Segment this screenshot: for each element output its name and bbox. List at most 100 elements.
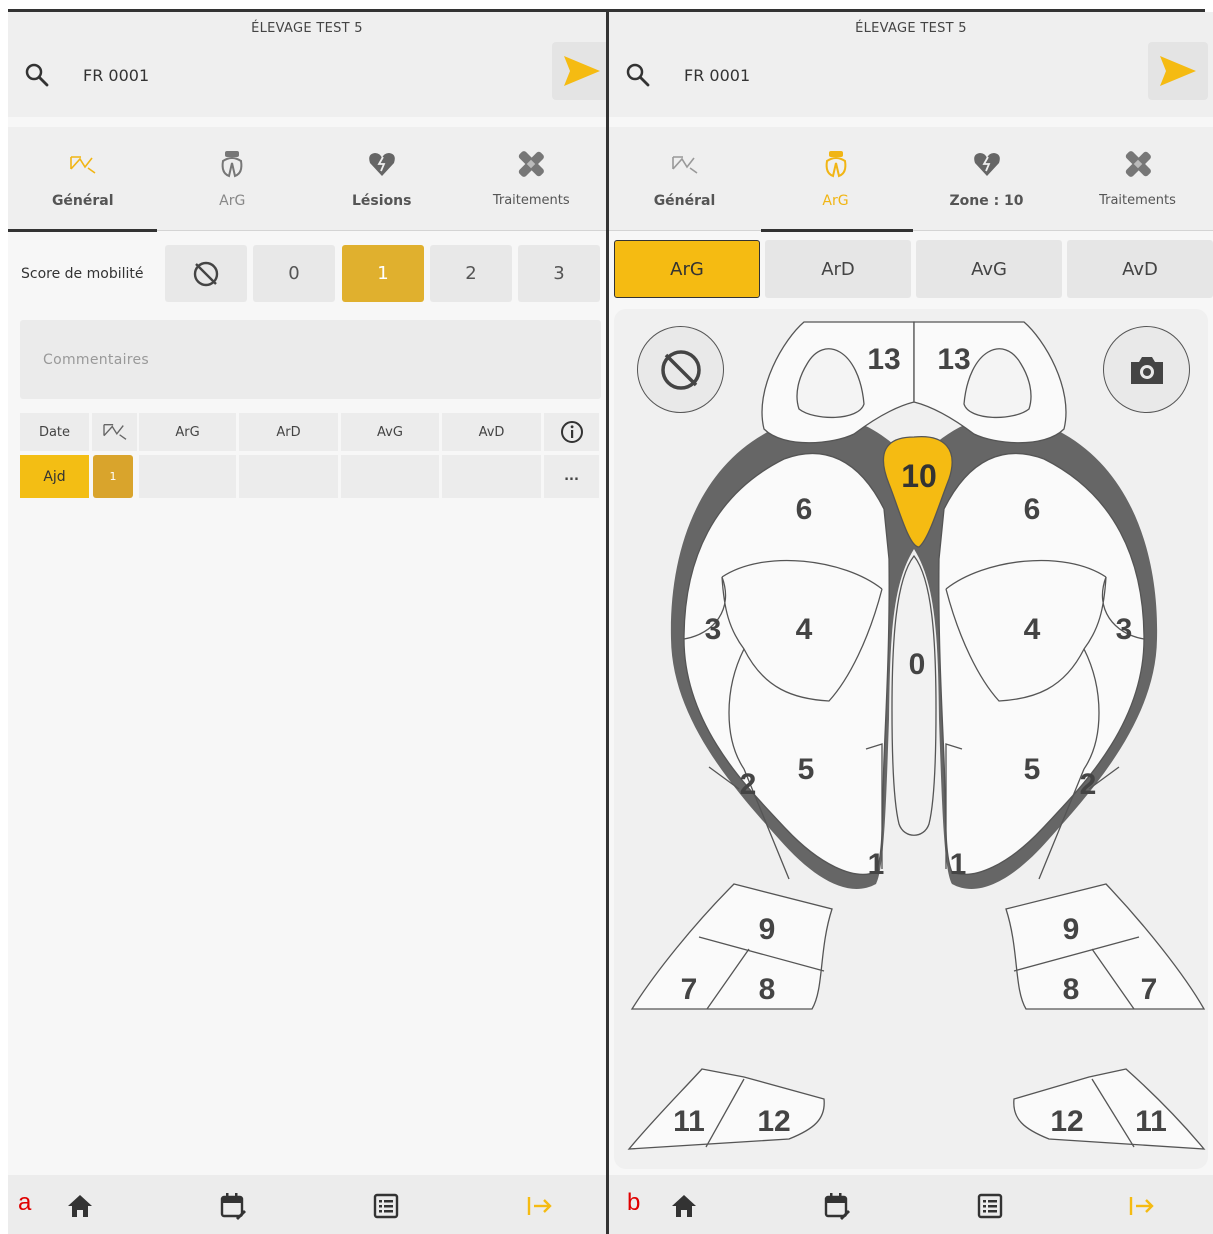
hoof-zone-map: 13 13 10 6 6 3 3 4 4 0 5 5 2 2 1 1 9 9 7… — [614, 309, 1208, 1169]
score-2-button[interactable]: 2 — [430, 245, 512, 302]
hoof-diagram: 13 13 10 6 6 3 3 4 4 0 5 5 2 2 1 1 9 9 7… — [627, 321, 1206, 1150]
tab-arg[interactable]: ArG — [158, 127, 308, 231]
foot-selector: ArG ArD AvG AvD — [609, 240, 1213, 300]
tab-treatments[interactable]: Traitements — [1062, 127, 1213, 231]
exit-icon[interactable] — [525, 1192, 553, 1220]
home-icon[interactable] — [66, 1192, 94, 1220]
farm-name: ÉLEVAGE TEST 5 — [855, 21, 967, 36]
zone-label-4-right[interactable]: 4 — [1024, 613, 1041, 646]
tab-treatments[interactable]: Traitements — [457, 127, 607, 231]
send-button[interactable] — [1148, 42, 1208, 100]
search-icon[interactable] — [24, 62, 50, 88]
col-date: Date — [20, 413, 89, 451]
zone-label-11-left[interactable]: 11 — [673, 1105, 705, 1138]
panel-b: ÉLEVAGE TEST 5 FR 0001 Général ArG Zone … — [609, 12, 1213, 1234]
col-info[interactable] — [544, 413, 599, 451]
home-icon[interactable] — [670, 1192, 698, 1220]
row-score-badge[interactable]: 1 — [93, 455, 133, 498]
zone-label-3-right[interactable]: 3 — [1116, 613, 1133, 646]
zone-label-11-right[interactable]: 11 — [1135, 1105, 1167, 1138]
col-ard: ArD — [239, 413, 338, 451]
send-button[interactable] — [552, 42, 606, 100]
tab-label: ArG — [219, 193, 246, 209]
hoof-icon — [825, 151, 846, 178]
panel-letter: a — [18, 1189, 32, 1216]
comments-placeholder: Commentaires — [43, 352, 150, 368]
zone-label-2-left[interactable]: 2 — [740, 768, 757, 801]
score-3-button[interactable]: 3 — [518, 245, 600, 302]
header: ÉLEVAGE TEST 5 FR 0001 — [8, 12, 606, 117]
bandage-icon — [519, 151, 545, 177]
tab-general[interactable]: Général — [8, 127, 158, 231]
zone-label-9-right[interactable]: 9 — [1063, 913, 1080, 946]
broken-heart-icon — [973, 153, 1000, 176]
calendar-edit-icon[interactable] — [823, 1192, 851, 1220]
zone-label-10[interactable]: 10 — [901, 458, 937, 494]
side-arg-button[interactable]: ArG — [614, 240, 760, 298]
zone-label-0[interactable]: 0 — [909, 648, 926, 681]
animal-id[interactable]: FR 0001 — [684, 66, 750, 85]
zone-label-12-right[interactable]: 12 — [1050, 1105, 1083, 1138]
panel-a: ÉLEVAGE TEST 5 FR 0001 Général ArG Lésio… — [8, 12, 606, 1234]
score-label: Score de mobilité — [21, 266, 144, 282]
no-score-icon — [193, 261, 219, 286]
calendar-edit-icon[interactable] — [219, 1192, 247, 1220]
bottom-nav: b — [609, 1175, 1213, 1234]
mobility-icon — [69, 156, 96, 174]
zone-label-12-left[interactable]: 12 — [757, 1105, 790, 1138]
send-icon — [564, 56, 600, 86]
zone-label-9-left[interactable]: 9 — [759, 913, 776, 946]
tab-label: Lésions — [352, 193, 412, 209]
side-ard-button[interactable]: ArD — [765, 240, 911, 298]
zone-label-4-left[interactable]: 4 — [796, 613, 813, 646]
zone-label-7-right[interactable]: 7 — [1141, 973, 1158, 1006]
row-arg[interactable] — [139, 455, 236, 498]
tab-arg[interactable]: ArG — [760, 127, 911, 231]
col-avd: AvD — [442, 413, 541, 451]
zone-label-8-right[interactable]: 8 — [1063, 973, 1080, 1006]
list-icon[interactable] — [372, 1192, 400, 1220]
row-date[interactable]: Ajd — [20, 455, 89, 498]
score-none-button[interactable] — [165, 245, 247, 302]
zone-label-1-right[interactable]: 1 — [950, 848, 967, 881]
tab-zone[interactable]: Zone : 10 — [911, 127, 1062, 231]
zone-0[interactable] — [891, 554, 937, 836]
score-1-button[interactable]: 1 — [342, 245, 424, 302]
zone-label-2-right[interactable]: 2 — [1080, 768, 1097, 801]
search-icon[interactable] — [625, 62, 651, 88]
toe-piece-right — [1013, 1068, 1206, 1150]
panel-letter: b — [627, 1189, 641, 1216]
exit-icon[interactable] — [1127, 1192, 1155, 1220]
zone-label-6-left[interactable]: 6 — [796, 493, 813, 526]
row-avd[interactable] — [442, 455, 541, 498]
tab-label: Général — [51, 193, 114, 209]
tab-label: Général — [653, 193, 716, 209]
info-icon — [560, 421, 583, 443]
comments-field[interactable]: Commentaires — [20, 320, 601, 399]
row-avg[interactable] — [341, 455, 439, 498]
zone-label-6-right[interactable]: 6 — [1024, 493, 1041, 526]
zone-label-1-left[interactable]: 1 — [868, 848, 885, 881]
farm-name: ÉLEVAGE TEST 5 — [251, 21, 363, 36]
animal-id[interactable]: FR 0001 — [83, 66, 149, 85]
tab-general[interactable]: Général — [609, 127, 760, 231]
side-avg-button[interactable]: AvG — [916, 240, 1062, 298]
zone-label-5-right[interactable]: 5 — [1024, 753, 1041, 786]
row-more-button[interactable]: ... — [544, 455, 599, 498]
row-ard[interactable] — [239, 455, 338, 498]
tab-indicator — [8, 229, 157, 232]
zone-label-5-left[interactable]: 5 — [798, 753, 815, 786]
tab-label: Traitements — [492, 193, 570, 208]
tab-lesions[interactable]: Lésions — [307, 127, 457, 231]
tab-label: Traitements — [1099, 193, 1176, 208]
tab-label: ArG — [822, 193, 849, 209]
zone-label-7-left[interactable]: 7 — [681, 973, 698, 1006]
col-avg: AvG — [341, 413, 439, 451]
header: ÉLEVAGE TEST 5 FR 0001 — [609, 12, 1213, 117]
list-icon[interactable] — [976, 1192, 1004, 1220]
zone-label-8-left[interactable]: 8 — [759, 973, 776, 1006]
side-avd-button[interactable]: AvD — [1067, 240, 1213, 298]
zone-label-3-left[interactable]: 3 — [705, 613, 722, 646]
score-0-button[interactable]: 0 — [253, 245, 335, 302]
col-mobility — [92, 413, 137, 451]
